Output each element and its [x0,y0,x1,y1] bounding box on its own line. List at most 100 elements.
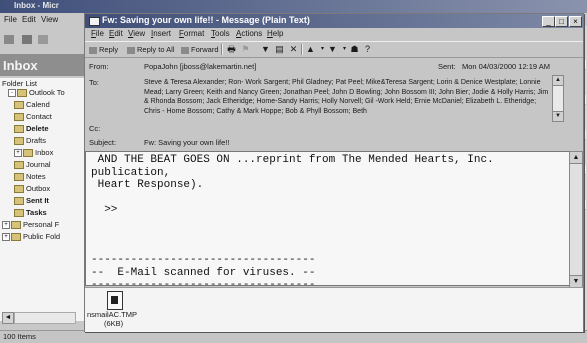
move-to-folder-icon[interactable] [38,35,48,44]
scroll-down-arrow-icon[interactable]: ▼ [570,275,582,287]
body-scrollbar[interactable]: ▲ ▼ [569,151,583,288]
expand-toggle-icon[interactable]: + [2,221,10,230]
subject-field[interactable]: Fw: Saving your own life!! [144,138,229,147]
reply-all-label: Reply to All [137,45,175,54]
new-item-icon[interactable] [4,35,14,44]
forward-button[interactable]: Forward [181,44,219,55]
to-field[interactable]: Steve & Teresa Alexander; Ron- Work Sarg… [144,75,549,120]
menu-view[interactable]: View [128,29,145,38]
folder-item[interactable]: Sent It [14,196,49,206]
from-label: From: [89,62,109,71]
folder-item[interactable]: Delete [14,124,49,134]
folder-icon [14,209,24,218]
folder-item[interactable]: + Public Fold [2,232,60,242]
menu-actions[interactable]: Actions [236,29,262,38]
print-icon[interactable] [22,35,32,44]
folder-label: Delete [26,124,49,133]
folder-list-label: Folder List [2,79,38,88]
help-icon[interactable]: ? [362,44,373,55]
folder-item[interactable]: Calend [14,100,50,110]
folder-scroll-left-button[interactable]: ◄ [2,312,14,324]
minimize-button[interactable]: _ [542,16,555,27]
attachment-file-icon[interactable] [107,291,123,310]
message-menu-bar: File Edit View Insert Format Tools Actio… [85,28,583,40]
scroll-up-arrow-icon[interactable]: ▲ [570,152,582,164]
folder-icon [14,113,24,122]
folder-item[interactable]: - Outlook To [8,88,65,98]
previous-item-icon[interactable]: ▲ [305,44,316,55]
toolbar-separator [301,44,303,55]
expand-toggle-icon[interactable]: - [8,89,16,98]
from-field[interactable]: PopaJohn [jboss@lakemartin.net] [144,62,256,71]
folder-icon [14,161,24,170]
maximize-button[interactable]: □ [555,16,568,27]
main-window-title: Inbox - Micr [14,1,59,10]
folder-label: Outlook To [29,88,65,97]
folder-item[interactable]: Contact [14,112,52,122]
folder-icon [11,233,21,242]
next-item-icon[interactable]: ▼ [327,44,338,55]
scroll-down-arrow-icon[interactable]: ▼ [553,111,563,121]
reply-label: Reply [99,45,119,54]
menu-tools[interactable]: Tools [211,29,230,38]
folder-list-pane: Folder List - Outlook To Calend Contact Dele… [0,78,85,321]
folder-item[interactable]: + Personal F [2,220,59,230]
to-label: To: [89,78,100,87]
main-menu-view[interactable]: View [41,15,83,24]
folder-icon [14,101,24,110]
item-count: 100 Items [3,332,36,341]
folder-icon [11,221,21,230]
expand-toggle-icon[interactable]: + [2,233,10,242]
reply-all-button[interactable]: Reply to All [127,44,175,55]
to-field-scrollbar[interactable]: ▲ ▼ [552,75,564,122]
reply-button[interactable]: Reply [89,44,118,55]
message-window: Fw: Saving your own life!! - Message (Pl… [84,13,584,332]
menu-format[interactable]: Format [179,29,204,38]
attachment-size: (6KB) [104,319,124,328]
toolbar-separator [221,44,223,55]
folder-label: Journal [26,160,51,169]
folder-banner: Inbox [0,54,84,76]
message-titlebar[interactable]: Fw: Saving your own life!! - Message (Pl… [85,14,583,28]
folder-horizontal-scrollbar[interactable] [14,312,76,324]
scroll-up-arrow-icon[interactable]: ▲ [553,76,563,86]
expand-toggle-icon[interactable]: + [14,149,22,158]
envelope-icon [89,17,100,26]
reply-icon [89,46,97,54]
attachment-name[interactable]: nsmailAC.TMP [87,310,137,319]
close-button[interactable]: × [569,16,582,27]
menu-file[interactable]: File [91,29,104,38]
folder-item[interactable]: Drafts [14,136,47,146]
subject-label: Subject: [89,138,117,147]
folder-item[interactable]: Outbox [14,184,50,194]
main-window-titlebar: Inbox - Micr [0,0,587,13]
move-to-folder-icon[interactable]: ▤ [274,44,285,55]
delete-icon[interactable]: ✕ [288,44,299,55]
folder-icon [14,125,24,134]
message-body[interactable]: AND THE BEAT GOES ON ...reprint from The… [85,151,570,286]
main-menu-file[interactable]: File [4,15,17,24]
folder-item[interactable]: Notes [14,172,46,182]
flag-icon[interactable]: ⚑ [240,44,251,55]
folder-label: Sent It [26,196,49,205]
folder-label: Drafts [26,136,47,145]
message-toolbar: Reply Reply to All Forward 🖶 ⚑ ▼ ▤ ✕ ▲ ▾… [85,41,583,58]
sent-label: Sent: [438,62,456,71]
main-menu-edit[interactable]: Edit [22,15,36,24]
forward-label: Forward [191,45,219,54]
print-icon[interactable]: 🖶 [226,44,237,55]
menu-insert[interactable]: Insert [151,29,171,38]
folder-icon [14,173,24,182]
filter-icon[interactable]: ▼ [260,44,271,55]
folder-icon [14,137,24,146]
folder-label: Contact [26,112,52,121]
folder-item[interactable]: + Inbox [14,148,53,158]
folder-item[interactable]: Journal [14,160,51,170]
folder-icon [14,197,24,206]
folder-item[interactable]: Tasks [14,208,47,218]
address-book-icon[interactable]: ☗ [349,44,360,55]
folder-label: Calend [26,100,50,109]
menu-edit[interactable]: Edit [109,29,123,38]
folder-icon [14,185,24,194]
menu-help[interactable]: Help [267,29,283,38]
